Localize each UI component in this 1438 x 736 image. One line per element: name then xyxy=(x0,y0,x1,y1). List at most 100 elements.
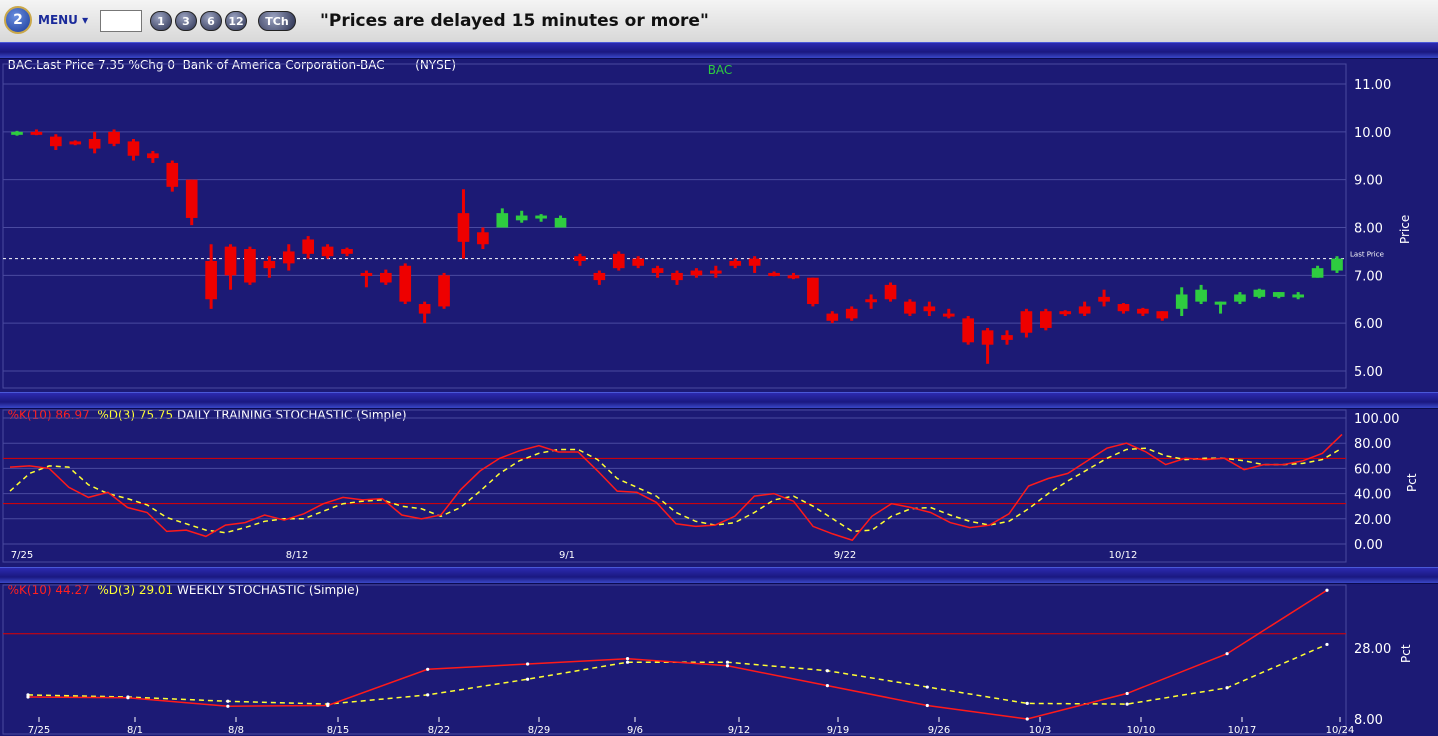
candle-down xyxy=(341,249,353,254)
price-tick-label: 9.00 xyxy=(1354,174,1383,189)
last-price-label: Last Price xyxy=(1350,251,1384,259)
candle-down xyxy=(205,260,217,300)
weekly-k-point xyxy=(526,662,530,666)
candle-down xyxy=(185,179,198,218)
candle-down xyxy=(787,275,800,279)
candle-up xyxy=(1331,258,1343,271)
weekly-d-point xyxy=(326,702,330,706)
weekly-d-point xyxy=(1225,686,1229,690)
candle-down xyxy=(884,284,897,300)
period-button-6[interactable]: 6 xyxy=(200,11,222,31)
stoch-tick-label: 0.00 xyxy=(1354,538,1383,553)
stoch-tick-label: 100.00 xyxy=(1354,412,1400,427)
weekly-x-label: 9/12 xyxy=(728,725,750,736)
weekly-axis-label: Pct xyxy=(1399,644,1413,663)
weekly-k-point xyxy=(1025,717,1029,721)
candle-down xyxy=(826,313,839,321)
candle-up xyxy=(1175,294,1188,309)
weekly-d-point xyxy=(26,693,30,697)
candle-down xyxy=(904,301,916,314)
period-button-3[interactable]: 3 xyxy=(175,11,197,31)
candle-down xyxy=(1020,311,1033,333)
candle-down xyxy=(1001,335,1013,340)
stoch-tick-label: 60.00 xyxy=(1354,462,1391,477)
tch-button[interactable]: TCh xyxy=(258,11,296,31)
price-chart[interactable]: 11.00 10.00 9.00 8.00 7.00 6.00 5.00 BAC Price La… xyxy=(0,58,1438,392)
weekly-stochastic-chart[interactable]: 28.00 8.00 Pct 7/25 8/1 8/8 8/15 8/22 8/29 9/6 9/1… xyxy=(0,583,1438,736)
stoch-x-label: 9/1 xyxy=(559,550,575,561)
weekly-x-label: 8/29 xyxy=(528,725,550,736)
quote-header: BAC.Last Price 7.35 %Chg 0 Bank of Ameri… xyxy=(0,42,1438,72)
weekly-x-label: 10/10 xyxy=(1127,725,1156,736)
weekly-k-point xyxy=(226,704,230,708)
plot-frame xyxy=(2,584,1347,735)
candle-down xyxy=(360,272,373,276)
weekly-d-series xyxy=(27,643,1328,705)
app-logo[interactable]: 2 xyxy=(4,6,32,34)
weekly-k-point xyxy=(1125,691,1129,696)
price-axis-label: Price xyxy=(1398,215,1412,244)
candle-down xyxy=(30,131,43,135)
candle-down xyxy=(574,256,586,261)
symbol-input[interactable] xyxy=(100,10,142,32)
weekly-k-point xyxy=(725,664,730,668)
plot-frame xyxy=(2,409,1347,563)
candle-down xyxy=(418,304,431,314)
stoch-tick-label: 80.00 xyxy=(1354,437,1391,452)
weekly-d-point xyxy=(725,660,730,664)
weekly-x-label: 9/6 xyxy=(627,725,643,736)
candle-down xyxy=(50,136,62,147)
stoch-x-label: 10/12 xyxy=(1109,550,1138,561)
weekly-d-point xyxy=(226,699,230,703)
stoch-tick-label: 20.00 xyxy=(1354,513,1391,528)
candle-up xyxy=(11,131,23,135)
daily-stochastic-chart[interactable]: 100.00 80.00 60.00 40.00 20.00 0.00 Pct 7/25 8/1… xyxy=(0,408,1438,567)
weekly-k-point xyxy=(625,657,630,661)
weekly-x-label: 8/8 xyxy=(228,725,244,736)
candle-down xyxy=(438,275,450,307)
candle-up xyxy=(1272,292,1285,297)
weekly-d-point xyxy=(1325,642,1329,647)
stoch-x-label: 9/22 xyxy=(834,550,856,561)
candle-down xyxy=(710,270,722,274)
candle-up xyxy=(535,215,547,219)
candle-down xyxy=(612,253,625,269)
weekly-x-label: 10/17 xyxy=(1228,725,1257,736)
stoch-x-label: 8/12 xyxy=(286,550,308,561)
menu-button[interactable]: MENU ▾ xyxy=(38,13,88,27)
candle-down xyxy=(768,272,780,276)
candle-up xyxy=(554,217,567,228)
period-button-1[interactable]: 1 xyxy=(150,11,172,31)
price-chart-title: BAC xyxy=(708,63,733,77)
weekly-k-point xyxy=(925,703,929,708)
candle-up xyxy=(1292,294,1304,298)
weekly-d-point xyxy=(426,693,430,697)
candle-up xyxy=(1234,294,1246,302)
weekly-x-label: 9/26 xyxy=(928,725,950,736)
candle-down xyxy=(477,232,489,245)
candle-down xyxy=(224,246,237,276)
weekly-d-point xyxy=(1125,702,1129,706)
weekly-x-label: 8/1 xyxy=(127,725,143,736)
candle-down xyxy=(651,268,664,273)
weekly-k-series xyxy=(27,589,1328,720)
weekly-x-label: 10/3 xyxy=(1029,725,1051,736)
candle-down xyxy=(147,153,159,159)
candle-down xyxy=(1098,296,1110,302)
stoch-d-series xyxy=(9,447,1343,534)
weekly-k-point xyxy=(1225,652,1229,656)
period-button-12[interactable]: 12 xyxy=(225,11,247,31)
candle-up xyxy=(515,215,528,221)
candle-down xyxy=(457,213,470,242)
candle-down xyxy=(1156,311,1169,319)
candle-down xyxy=(1078,306,1091,314)
price-tick-label: 8.00 xyxy=(1354,222,1383,237)
stoch-k-series xyxy=(9,433,1343,542)
candle-down xyxy=(127,141,140,156)
weekly-x-label: 8/22 xyxy=(428,725,450,736)
candle-down xyxy=(380,272,392,283)
weekly-x-label: 8/15 xyxy=(327,725,349,736)
candle-down xyxy=(302,239,314,254)
toolbar: 2 MENU ▾ 1 3 6 12 TCh "Prices are delaye… xyxy=(0,0,1438,43)
candle-down xyxy=(263,260,276,269)
